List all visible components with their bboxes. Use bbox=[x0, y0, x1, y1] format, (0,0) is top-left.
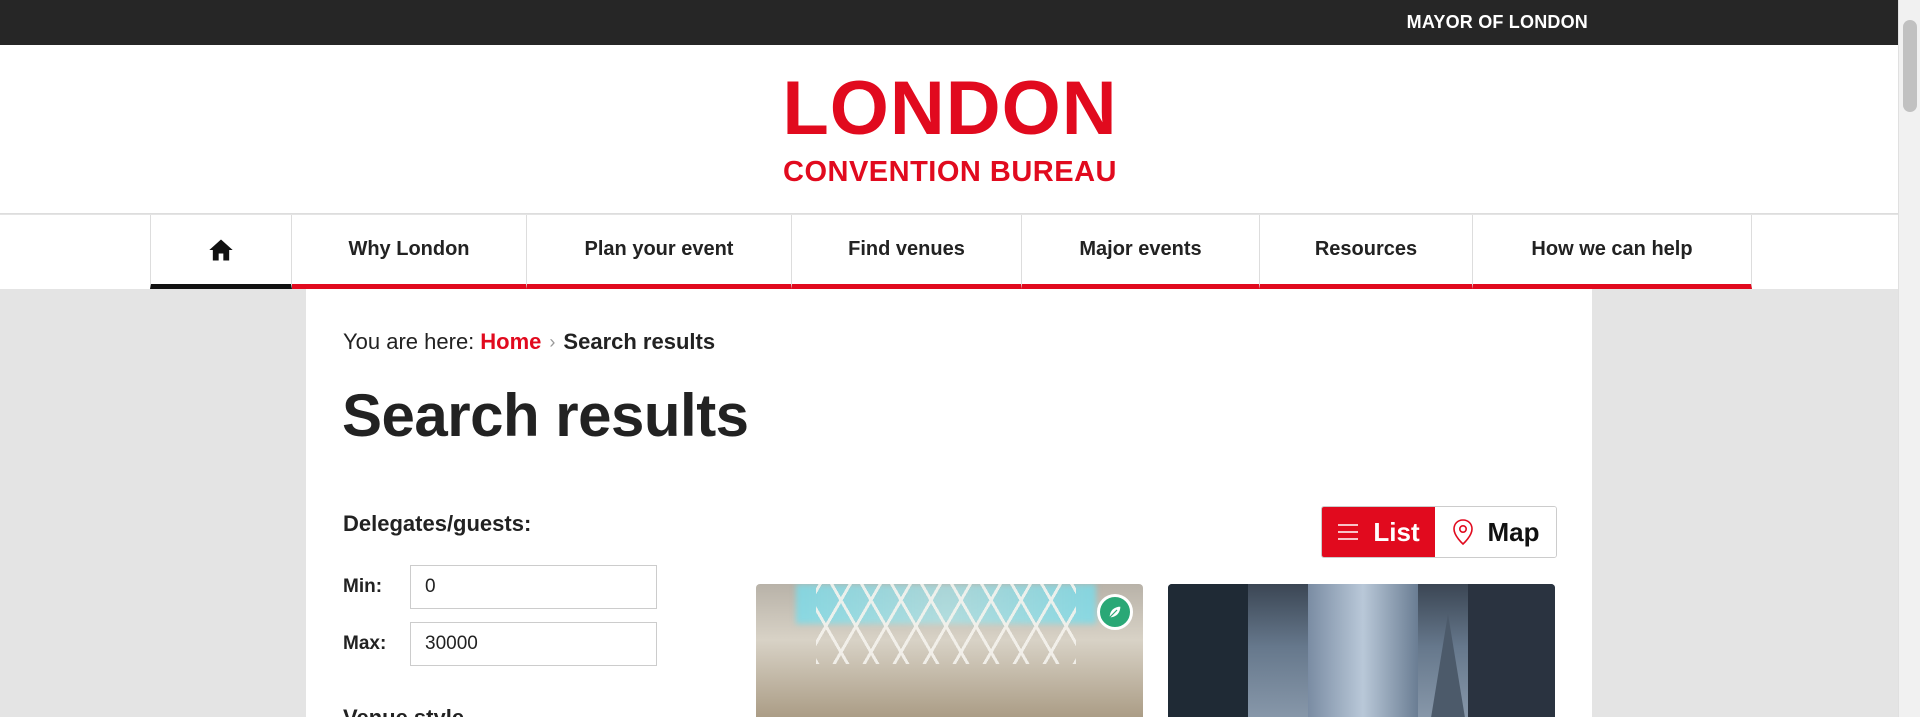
breadcrumb: You are here: Home › Search results bbox=[343, 329, 715, 355]
eco-leaf-icon bbox=[1097, 594, 1133, 630]
max-delegates-row: Max: bbox=[343, 622, 657, 666]
main-navigation: Why London Plan your event Find venues M… bbox=[0, 215, 1898, 289]
breadcrumb-separator: › bbox=[549, 331, 556, 352]
nav-resources[interactable]: Resources bbox=[1260, 215, 1473, 289]
venue-style-heading: Venue style bbox=[343, 705, 464, 717]
map-view-button[interactable]: Map bbox=[1435, 507, 1556, 557]
main-content: You are here: Home › Search results Sear… bbox=[306, 289, 1592, 717]
nav-find-venues[interactable]: Find venues bbox=[792, 215, 1022, 289]
breadcrumb-prefix: You are here: bbox=[343, 329, 475, 354]
delegates-filter-title: Delegates/guests: bbox=[343, 511, 532, 536]
scrollbar-thumb[interactable] bbox=[1903, 20, 1917, 112]
mayor-of-london-link[interactable]: MAYOR OF LONDON bbox=[1407, 12, 1588, 33]
london-convention-bureau-logo[interactable]: LONDON CONVENTION BUREAU bbox=[780, 71, 1120, 189]
map-view-label: Map bbox=[1487, 516, 1540, 547]
home-icon bbox=[209, 239, 233, 260]
min-label: Min: bbox=[343, 576, 383, 597]
shard-spire bbox=[1430, 614, 1466, 717]
nav-home[interactable] bbox=[150, 215, 292, 289]
glass-tower bbox=[1308, 584, 1418, 717]
dark-building bbox=[1468, 584, 1555, 717]
max-label: Max: bbox=[343, 633, 387, 654]
nav-how-we-can-help[interactable]: How we can help bbox=[1473, 215, 1752, 289]
top-bar: MAYOR OF LONDON bbox=[0, 0, 1898, 45]
logo-line-2: CONVENTION BUREAU bbox=[783, 156, 1117, 188]
list-view-button[interactable]: List bbox=[1322, 507, 1436, 557]
map-pin-icon bbox=[1452, 519, 1473, 546]
city-skyscrapers-image bbox=[1168, 584, 1248, 717]
site-header: LONDON CONVENTION BUREAU bbox=[0, 45, 1898, 214]
nav-plan-your-event[interactable]: Plan your event bbox=[527, 215, 792, 289]
view-toggle: List Map bbox=[1321, 506, 1557, 558]
breadcrumb-home-link[interactable]: Home bbox=[480, 329, 541, 355]
breadcrumb-current: Search results bbox=[563, 329, 716, 354]
nav-major-events[interactable]: Major events bbox=[1022, 215, 1260, 289]
vertical-scrollbar[interactable] bbox=[1898, 0, 1920, 717]
list-icon bbox=[1338, 524, 1359, 540]
max-delegates-input[interactable] bbox=[410, 622, 657, 666]
nav-why-london[interactable]: Why London bbox=[292, 215, 527, 289]
ceiling-lights bbox=[816, 584, 1076, 664]
venue-result-card[interactable] bbox=[756, 584, 1143, 717]
min-delegates-input[interactable] bbox=[410, 565, 657, 609]
page-title: Search results bbox=[342, 382, 749, 449]
venue-result-card[interactable] bbox=[1168, 584, 1555, 717]
min-delegates-row: Min: bbox=[343, 565, 657, 609]
list-view-label: List bbox=[1373, 516, 1420, 547]
logo-line-1: LONDON bbox=[782, 66, 1118, 151]
